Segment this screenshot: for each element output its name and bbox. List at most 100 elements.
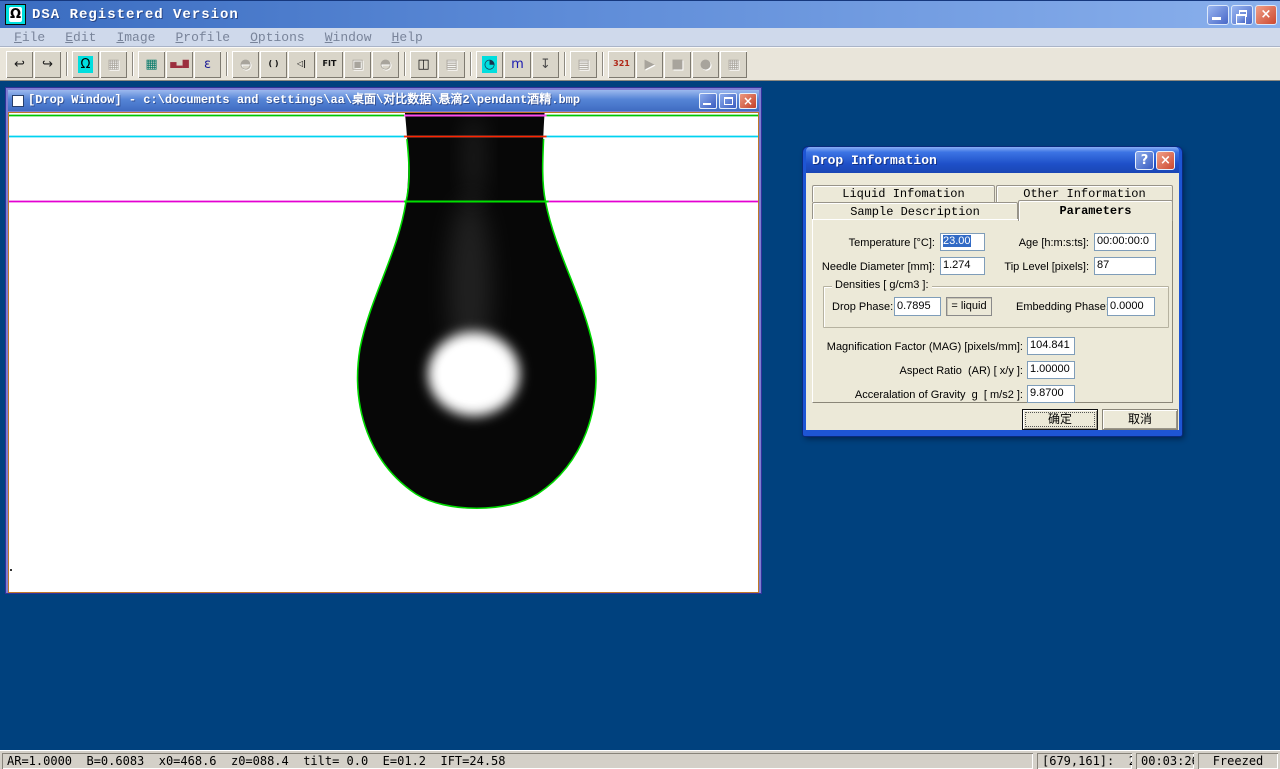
- menu-window[interactable]: Window: [315, 30, 382, 45]
- app-drop-logo-icon: Ω: [5, 4, 26, 25]
- print-button: ▤: [570, 51, 597, 78]
- cancel-button[interactable]: 取消: [1102, 409, 1178, 430]
- menu-file[interactable]: File: [4, 30, 55, 45]
- drop-window-close-button[interactable]: ×: [739, 93, 757, 109]
- cursor-pixel-status: [679,161]: 255: [1037, 753, 1132, 769]
- drop-window-icon: [12, 95, 24, 107]
- pendant-contour-button[interactable]: ( ): [260, 51, 287, 78]
- drop-window: [Drop Window] - c:\documents and setting…: [5, 87, 762, 594]
- data-table-button[interactable]: ▦: [138, 51, 165, 78]
- dialog-help-button[interactable]: ?: [1135, 151, 1154, 170]
- toolbar-separator: [132, 52, 134, 76]
- densities-legend: Densities [ g/cm3 ]:: [832, 279, 932, 291]
- framed-image-button: ▣: [344, 51, 371, 78]
- tab-sample-description[interactable]: Sample Description: [812, 202, 1018, 220]
- ok-button[interactable]: 确定: [1022, 409, 1098, 430]
- record-button: ●: [692, 51, 719, 78]
- drop-window-maximize-button[interactable]: [719, 93, 737, 109]
- liquid-indicator: = liquid: [946, 297, 992, 316]
- restore-icon: [1239, 10, 1247, 17]
- statusbar: AR=1.0000 B=0.6083 x0=468.6 z0=088.4 til…: [0, 750, 1280, 769]
- main-titlebar: Ω DSA Registered Version ×: [0, 0, 1280, 28]
- drop-window-titlebar[interactable]: [Drop Window] - c:\documents and setting…: [8, 90, 759, 111]
- age-label: Age [h:m:s:ts]:: [1019, 237, 1089, 249]
- calipers-button[interactable]: ◫: [410, 51, 437, 78]
- menu-options[interactable]: Options: [240, 30, 315, 45]
- fit-button[interactable]: FIT: [316, 51, 343, 78]
- menu-edit[interactable]: Edit: [55, 30, 106, 45]
- syringe-dosing-button[interactable]: ↧: [532, 51, 559, 78]
- dialog-close-button[interactable]: ×: [1156, 151, 1175, 170]
- elapsed-time-status: 00:03:26: [1136, 753, 1194, 769]
- tip-level-input[interactable]: 87: [1094, 257, 1156, 275]
- fit-results-status: AR=1.0000 B=0.6083 x0=468.6 z0=088.4 til…: [2, 753, 1033, 769]
- dialog-body: Liquid Infomation Other Information Samp…: [806, 173, 1179, 430]
- save-image-button[interactable]: ↪: [34, 51, 61, 78]
- tip-level-label: Tip Level [pixels]:: [1004, 261, 1089, 273]
- close-icon: ×: [1160, 153, 1171, 168]
- minimize-icon: [703, 103, 711, 105]
- gravity-label: Acceralation of Gravity g [ m/s2 ]:: [855, 389, 1023, 401]
- parameters-panel: Temperature [°C]: 23.00 Age [h:m:s:ts]: …: [812, 219, 1173, 403]
- toolbar-separator: [470, 52, 472, 76]
- densities-groupbox: Densities [ g/cm3 ]: Drop Phase: 0.7895 …: [823, 286, 1169, 328]
- camera-state-status: Freezed: [1198, 753, 1278, 769]
- drop-information-dialog: Drop Information ? × Liquid Infomation O…: [803, 147, 1182, 436]
- minimize-icon: [1212, 17, 1221, 20]
- app-title: DSA Registered Version: [32, 7, 239, 23]
- open-image-button[interactable]: ↩: [6, 51, 33, 78]
- clipboard-export-button: ▤: [438, 51, 465, 78]
- results-grid-button: ▦: [720, 51, 747, 78]
- aspect-ratio-label: Aspect Ratio (AR) [ x/y ]:: [900, 365, 1023, 377]
- close-icon: ×: [743, 94, 753, 108]
- tab-parameters[interactable]: Parameters: [1018, 200, 1173, 221]
- close-button[interactable]: ×: [1255, 5, 1277, 25]
- sessile-drop-2-button: ◓: [372, 51, 399, 78]
- drop-phase-input[interactable]: 0.7895: [894, 297, 941, 316]
- minimize-button[interactable]: [1207, 5, 1229, 25]
- magnification-m-button[interactable]: m: [504, 51, 531, 78]
- dsa-application-window: Ω DSA Registered Version × File Edit Ima…: [0, 0, 1280, 769]
- restore-button[interactable]: [1231, 5, 1253, 25]
- toolbar-separator: [66, 52, 68, 76]
- maximize-icon: [724, 97, 733, 105]
- embedding-phase-label: Embedding Phase:: [1016, 301, 1109, 313]
- pixel-marker: [10, 569, 12, 571]
- drop-window-title: [Drop Window] - c:\documents and setting…: [28, 90, 697, 111]
- aspect-ratio-input[interactable]: 1.00000: [1027, 361, 1075, 379]
- bar-chart-button[interactable]: ▅▂▇: [166, 51, 193, 78]
- toolbar-separator: [602, 52, 604, 76]
- embedding-phase-input[interactable]: 0.0000: [1107, 297, 1155, 316]
- needle-diameter-input[interactable]: 1.274: [940, 257, 985, 275]
- sessile-drop-button: ◓: [232, 51, 259, 78]
- play-button: ▶: [636, 51, 663, 78]
- close-icon: ×: [1261, 7, 1272, 22]
- dialog-titlebar[interactable]: Drop Information ? ×: [806, 147, 1179, 173]
- drop-image-canvas[interactable]: [8, 112, 759, 593]
- menu-profile[interactable]: Profile: [165, 30, 240, 45]
- dialog-title: Drop Information: [812, 153, 1133, 168]
- toolbar-separator: [226, 52, 228, 76]
- toolbar-separator: [564, 52, 566, 76]
- magnification-label: Magnification Factor (MAG) [pixels/mm]:: [827, 341, 1023, 353]
- drop-phase-label: Drop Phase:: [832, 301, 893, 313]
- needle-diameter-label: Needle Diameter [mm]:: [822, 261, 935, 273]
- gravity-input[interactable]: 9.8700: [1027, 385, 1075, 403]
- toolbar-separator: [404, 52, 406, 76]
- menu-help[interactable]: Help: [382, 30, 433, 45]
- age-input[interactable]: 00:00:00:0: [1094, 233, 1156, 251]
- countdown-timer-button[interactable]: 321: [608, 51, 635, 78]
- pendant-drop-image: [9, 113, 758, 592]
- temperature-input[interactable]: 23.00: [940, 233, 985, 251]
- frame-grabber-button: ▦: [100, 51, 127, 78]
- contact-angle-button[interactable]: ◁|: [288, 51, 315, 78]
- dsa-drop-logo-button[interactable]: Ω: [72, 51, 99, 78]
- stop-button: ■: [664, 51, 691, 78]
- tab-liquid-information[interactable]: Liquid Infomation: [812, 185, 995, 202]
- elapsed-clock-button[interactable]: ◔: [476, 51, 503, 78]
- profile-epsilon-button[interactable]: ε: [194, 51, 221, 78]
- menu-image[interactable]: Image: [106, 30, 165, 45]
- magnification-input[interactable]: 104.841: [1027, 337, 1075, 355]
- drop-window-minimize-button[interactable]: [699, 93, 717, 109]
- temperature-label: Temperature [°C]:: [849, 237, 935, 249]
